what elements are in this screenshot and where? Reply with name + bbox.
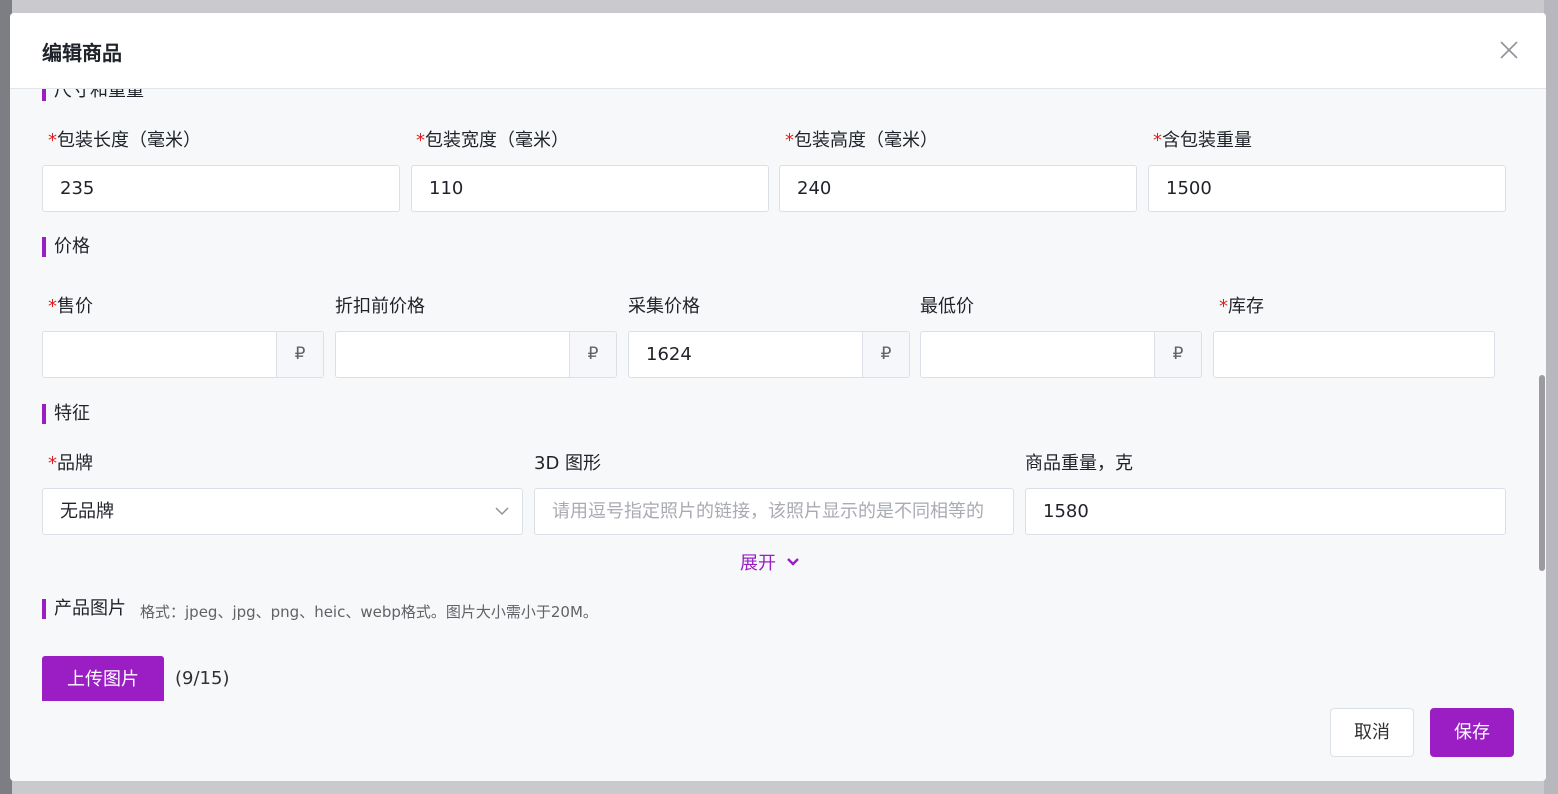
minimum-price-input[interactable]: ₽ [920,331,1202,378]
collected-price-label: 采集价格 [628,296,700,317]
collected-price-input[interactable]: 1624 ₽ [628,331,910,378]
save-button[interactable]: 保存 [1430,708,1514,757]
model3d-label: 3D 图形 [534,453,602,474]
minimum-price-label: 最低价 [920,296,974,317]
image-format-hint: 格式：jpeg、jpg、png、heic、webp格式。图片大小需小于20M。 [140,603,598,621]
width-label: *包装宽度（毫米） [416,130,569,151]
length-input[interactable]: 235 [42,165,400,212]
height-label: *包装高度（毫米） [785,130,938,151]
ruble-suffix: ₽ [862,332,909,377]
chevron-down-icon [495,507,509,516]
expand-label: 展开 [740,553,776,574]
width-input[interactable]: 110 [411,165,769,212]
sale-price-label: *售价 [48,296,93,317]
stock-input[interactable] [1213,331,1495,378]
ruble-suffix: ₽ [276,332,323,377]
height-input[interactable]: 240 [779,165,1137,212]
upload-image-button[interactable]: 上传图片 [42,656,164,701]
edit-product-modal: 编辑商品 尺寸和重量 *包装长度（毫米） 235 *包装宽度（毫米） 110 *… [10,13,1546,781]
backdrop-right [1544,0,1558,794]
original-price-label: 折扣前价格 [335,296,425,317]
modal-body[interactable]: 尺寸和重量 *包装长度（毫米） 235 *包装宽度（毫米） 110 *包装高度（… [10,89,1538,701]
section-title-images: 产品图片 [42,598,126,620]
item-weight-input[interactable]: 1580 [1025,488,1506,535]
section-title-features: 特征 [42,403,90,425]
ruble-suffix: ₽ [1154,332,1201,377]
sale-price-input[interactable]: ₽ [42,331,324,378]
weight-label: *含包装重量 [1153,130,1252,151]
weight-input[interactable]: 1500 [1148,165,1506,212]
length-label: *包装长度（毫米） [48,130,201,151]
close-icon [1500,41,1518,59]
modal-title: 编辑商品 [42,41,122,65]
section-title-dimensions: 尺寸和重量 [42,89,144,102]
close-button[interactable] [1498,39,1520,61]
chevron-down-icon [787,558,799,566]
expand-button[interactable]: 展开 [740,549,802,575]
scrollbar-thumb[interactable] [1539,375,1545,571]
original-price-input[interactable]: ₽ [335,331,617,378]
stock-label: *库存 [1219,296,1264,317]
modal-header: 编辑商品 [10,13,1546,89]
brand-select[interactable]: 无品牌 [42,488,523,535]
section-title-price: 价格 [42,236,90,258]
model3d-input[interactable]: 请用逗号指定照片的链接，该照片显示的是不同相等的 [534,488,1014,535]
upload-count: (9/15) [175,668,230,689]
ruble-suffix: ₽ [569,332,616,377]
brand-label: *品牌 [48,453,93,474]
item-weight-label: 商品重量，克 [1025,453,1133,474]
cancel-button[interactable]: 取消 [1330,708,1414,757]
